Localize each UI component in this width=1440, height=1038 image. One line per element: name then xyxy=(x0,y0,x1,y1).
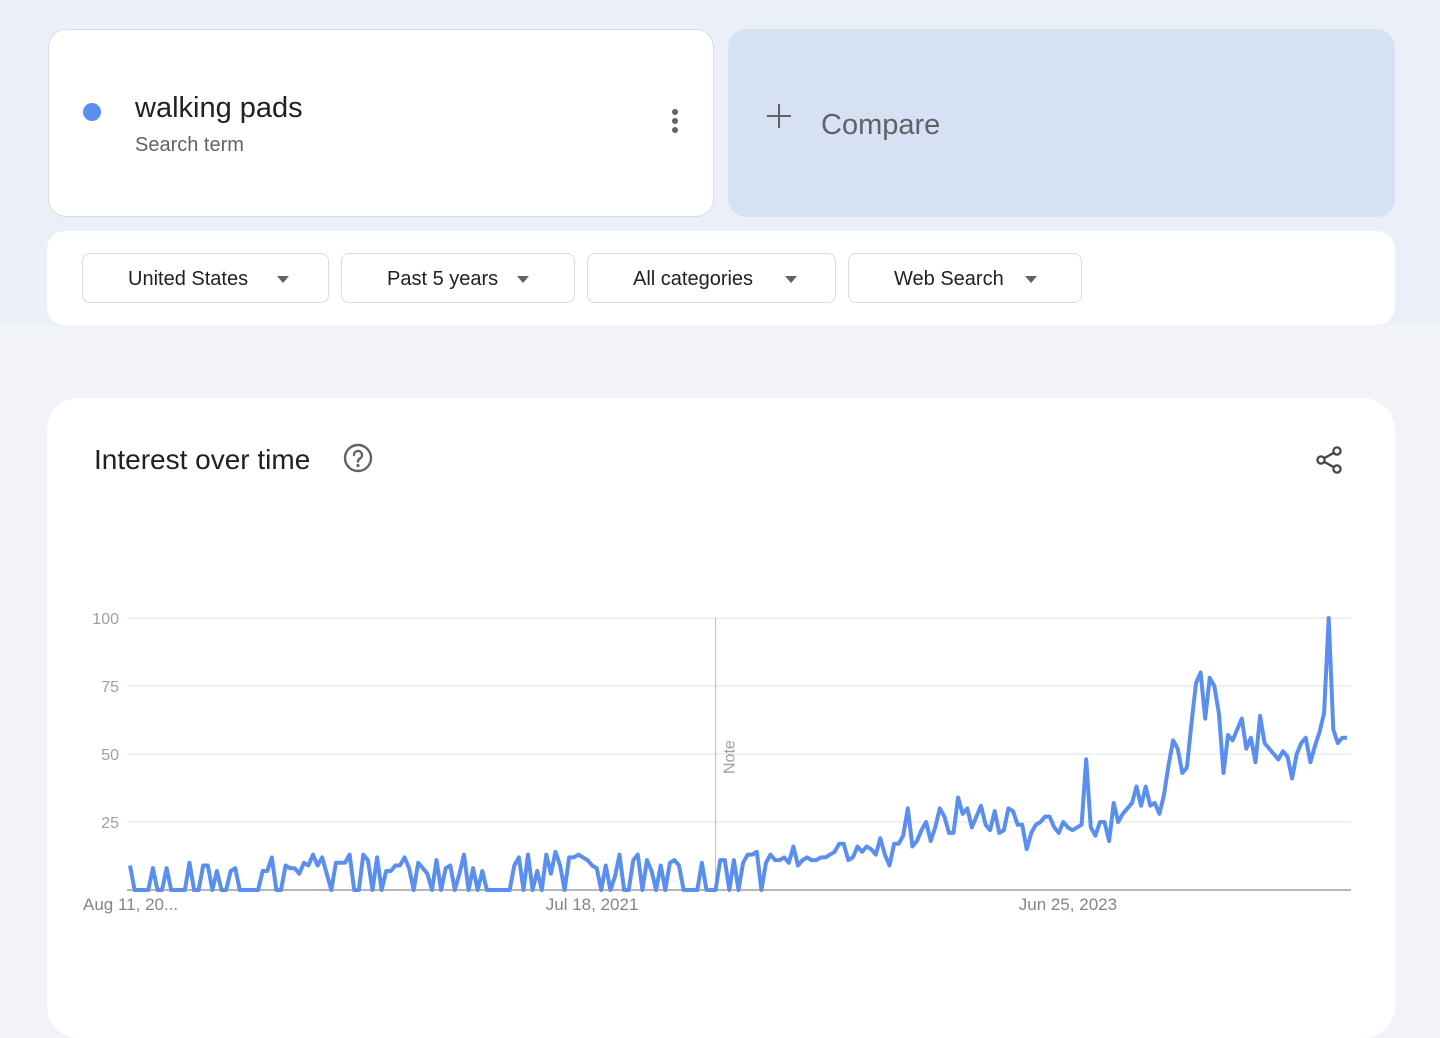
chevron-down-icon xyxy=(277,276,289,283)
compare-button[interactable]: Compare xyxy=(728,29,1395,217)
y-tick-label: 75 xyxy=(101,679,119,696)
compare-label: Compare xyxy=(821,109,941,141)
filter-category-label: All categories xyxy=(633,268,754,290)
search-term-name[interactable]: walking pads xyxy=(135,92,303,125)
filter-region-label: United States xyxy=(128,268,249,290)
filter-bar: United States Past 5 years All categorie… xyxy=(47,231,1395,325)
series-color-dot xyxy=(83,103,101,121)
interest-chart: 25 50 75 100 Note Aug 11, 20... Jul 18, 2021 Ju… xyxy=(83,611,1351,914)
x-tick-label: Jul 18, 2021 xyxy=(546,895,639,914)
filter-property-dropdown[interactable]: Web Search xyxy=(848,253,1082,303)
search-term-type: Search term xyxy=(135,134,244,156)
filter-property-label: Web Search xyxy=(894,268,1004,290)
search-term-card: walking pads Search term xyxy=(48,29,714,217)
filter-region-dropdown[interactable]: United States xyxy=(82,253,329,303)
filter-category-dropdown[interactable]: All categories xyxy=(587,253,836,303)
more-vert-icon[interactable] xyxy=(661,106,689,144)
x-tick-label: Aug 11, 20... xyxy=(83,895,178,914)
chevron-down-icon xyxy=(785,276,797,283)
filter-time-label: Past 5 years xyxy=(387,268,499,290)
interest-over-time-card: Interest over time 25 50 75 100 Note Aug 11, … xyxy=(47,398,1395,1038)
x-tick-label: Jun 25, 2023 xyxy=(1019,895,1117,914)
y-tick-label: 25 xyxy=(101,815,119,832)
chevron-down-icon xyxy=(517,276,529,283)
plus-icon xyxy=(766,103,792,129)
chevron-down-icon xyxy=(1025,276,1037,283)
filter-time-dropdown[interactable]: Past 5 years xyxy=(341,253,575,303)
note-marker-label[interactable]: Note xyxy=(722,740,739,774)
y-tick-label: 50 xyxy=(101,747,119,764)
y-tick-label: 100 xyxy=(92,611,119,628)
